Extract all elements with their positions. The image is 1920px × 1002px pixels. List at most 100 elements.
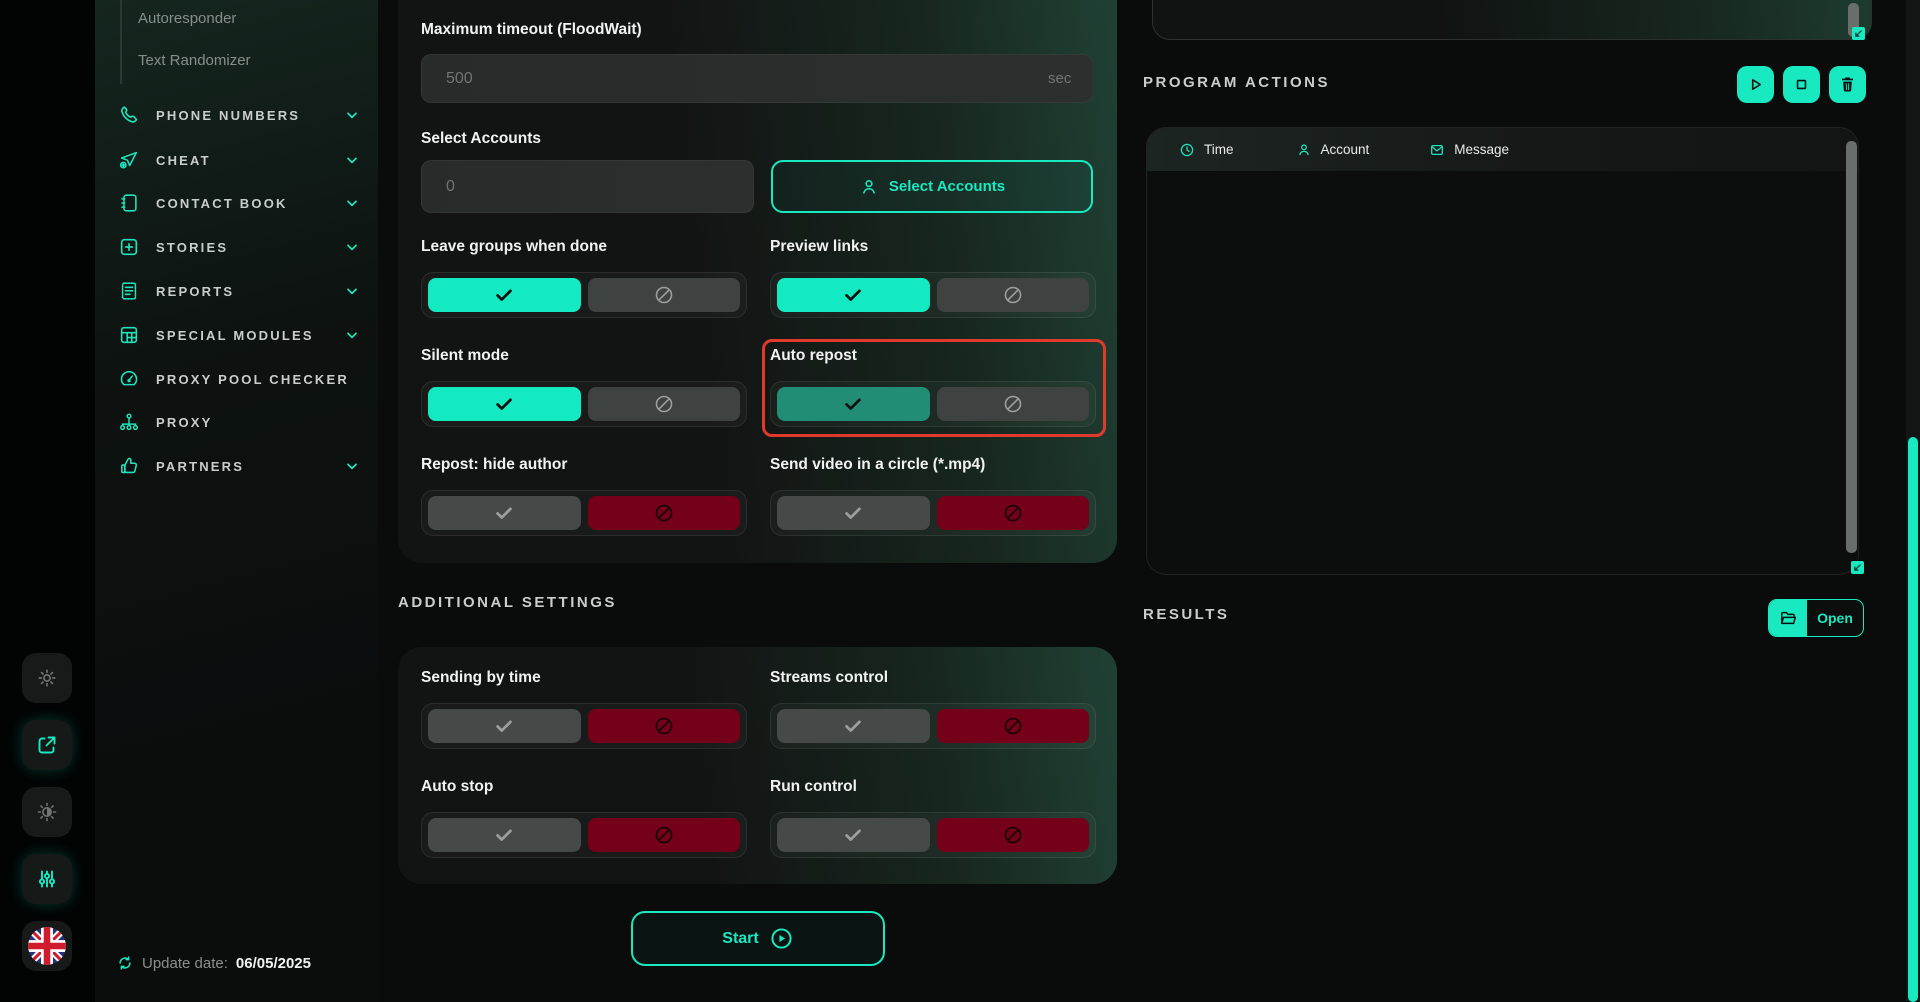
chevron-down-icon: [344, 195, 360, 211]
settings-gear-button[interactable]: [22, 653, 72, 703]
table-header: Time Account Message: [1147, 128, 1858, 171]
sidebar-item-label: PROXY POOL CHECKER: [156, 372, 349, 387]
toggle-yes-button[interactable]: [777, 496, 930, 530]
toggle-no-button[interactable]: [937, 387, 1090, 421]
start-button-label: Start: [722, 930, 758, 948]
sidebar-item-proxy-pool-checker[interactable]: PROXY POOL CHECKER: [118, 364, 360, 394]
sidebar-item-label: STORIES: [156, 240, 228, 255]
run-actions-button[interactable]: [1737, 66, 1774, 103]
resize-grip[interactable]: [1851, 561, 1864, 574]
sidebar: Autoresponder Text Randomizer PHONE NUMB…: [95, 0, 378, 1002]
select-accounts-button-label: Select Accounts: [889, 178, 1005, 195]
theme-brightness-button[interactable]: [22, 787, 72, 837]
column-time[interactable]: Time: [1179, 142, 1234, 158]
toggle-yes-button[interactable]: [428, 387, 581, 421]
stop-actions-button[interactable]: [1783, 66, 1820, 103]
additional-settings-heading: ADDITIONAL SETTINGS: [398, 594, 617, 611]
chevron-down-icon: [344, 283, 360, 299]
sidebar-item-phone-numbers[interactable]: PHONE NUMBERS: [118, 100, 360, 130]
timeout-unit: sec: [1048, 70, 1071, 87]
sidebar-item-special-modules[interactable]: SPECIAL MODULES: [118, 320, 360, 350]
toggle-no-button[interactable]: [937, 709, 1090, 743]
sidebar-item-reports[interactable]: REPORTS: [118, 276, 360, 306]
toggle-yes-button[interactable]: [777, 818, 930, 852]
modules-icon: [118, 324, 140, 346]
sidebar-item-stories[interactable]: STORIES: [118, 232, 360, 262]
select-accounts-button[interactable]: Select Accounts: [771, 160, 1093, 213]
toggle-label: Preview links: [770, 238, 1100, 256]
chevron-down-icon: [344, 107, 360, 123]
sidebar-item-autoresponder[interactable]: Autoresponder: [138, 6, 340, 32]
toggle-no-button[interactable]: [937, 818, 1090, 852]
envelope-icon: [1429, 142, 1445, 158]
start-button[interactable]: Start: [631, 911, 885, 966]
column-label: Account: [1321, 142, 1370, 157]
uk-flag-icon: [28, 927, 66, 965]
toggle-yes-button[interactable]: [428, 709, 581, 743]
toggle-yes-button[interactable]: [428, 278, 581, 312]
toggle-no-button[interactable]: [588, 278, 741, 312]
sidebar-item-proxy[interactable]: PROXY: [118, 407, 360, 437]
resize-grip[interactable]: [1852, 27, 1865, 40]
toggle-no-button[interactable]: [588, 387, 741, 421]
notebook-icon: [118, 192, 140, 214]
column-account[interactable]: Account: [1296, 142, 1370, 158]
gauge-icon: [118, 368, 140, 390]
toggle-label: Leave groups when done: [421, 238, 751, 256]
toggle-run-control: [770, 812, 1096, 858]
toggle-yes-button[interactable]: [428, 496, 581, 530]
external-link-button[interactable]: [22, 720, 72, 770]
main-settings-card: Maximum timeout (FloodWait) sec Select A…: [398, 0, 1117, 563]
sidebar-item-label: PROXY: [156, 415, 213, 430]
toggle-leave-groups: [421, 272, 747, 318]
chevron-down-icon: [344, 458, 360, 474]
toggle-no-button[interactable]: [588, 818, 741, 852]
toggle-no-button[interactable]: [937, 278, 1090, 312]
toggle-label: Auto repost: [770, 347, 1100, 365]
toggle-yes-button[interactable]: [777, 709, 930, 743]
toggle-send-video-circle: [770, 490, 1096, 536]
delete-actions-button[interactable]: [1829, 66, 1866, 103]
sidebar-item-contact-book[interactable]: CONTACT BOOK: [118, 188, 360, 218]
sidebar-item-label: REPORTS: [156, 284, 234, 299]
toggle-no-button[interactable]: [588, 709, 741, 743]
play-circle-icon: [769, 926, 794, 951]
toggle-yes-button[interactable]: [777, 387, 930, 421]
page-scrollbar-thumb[interactable]: [1908, 437, 1918, 1002]
timeout-input[interactable]: [421, 54, 1093, 103]
toggle-label: Auto stop: [421, 778, 751, 796]
sidebar-item-partners[interactable]: PARTNERS: [118, 451, 360, 481]
toggle-yes-button[interactable]: [428, 818, 581, 852]
timeout-label: Maximum timeout (FloodWait): [421, 21, 642, 39]
sliders-button[interactable]: [22, 854, 72, 904]
play-icon: [1746, 75, 1765, 94]
sidebar-item-cheat[interactable]: CHEAT: [118, 145, 360, 175]
clock-icon: [1179, 142, 1195, 158]
toggle-label: Sending by time: [421, 669, 751, 687]
toggle-label: Send video in a circle (*.mp4): [770, 456, 1100, 474]
column-message[interactable]: Message: [1429, 142, 1509, 158]
sidebar-item-text-randomizer[interactable]: Text Randomizer: [138, 48, 340, 74]
open-results-button[interactable]: Open: [1768, 599, 1864, 637]
chevron-down-icon: [344, 239, 360, 255]
toggle-yes-button[interactable]: [777, 278, 930, 312]
toggle-no-button[interactable]: [937, 496, 1090, 530]
open-button-label: Open: [1807, 600, 1863, 636]
toggle-repost-hide-author: [421, 490, 747, 536]
toggle-auto-repost: [770, 381, 1096, 427]
accounts-count-input[interactable]: [421, 160, 754, 213]
send-plus-icon: [118, 149, 140, 171]
results-heading: RESULTS: [1143, 606, 1229, 623]
program-actions-heading: PROGRAM ACTIONS: [1143, 74, 1330, 91]
toggle-silent-mode: [421, 381, 747, 427]
network-icon: [118, 411, 140, 433]
update-date-value: 06/05/2025: [236, 955, 311, 972]
toggle-preview-links: [770, 272, 1096, 318]
phone-icon: [118, 104, 140, 126]
table-scrollbar-thumb[interactable]: [1846, 141, 1857, 553]
chevron-down-icon: [344, 152, 360, 168]
update-date-label: Update date:: [142, 955, 228, 972]
language-flag-button[interactable]: [22, 921, 72, 971]
log-textarea-panel[interactable]: [1152, 0, 1872, 40]
toggle-no-button[interactable]: [588, 496, 741, 530]
